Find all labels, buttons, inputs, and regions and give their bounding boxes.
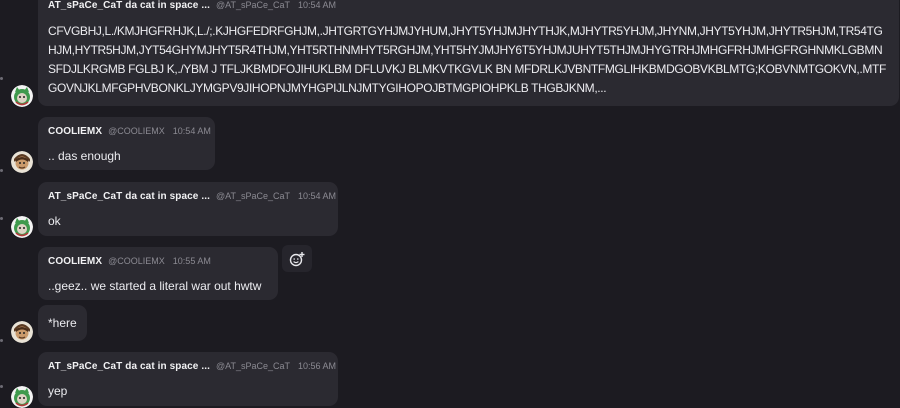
message-timestamp: 10:54 AM [297, 191, 337, 201]
add-reaction-icon [289, 251, 305, 266]
message-header: COOLIEMX @COOLIEMX 10:55 AM [48, 256, 268, 272]
message-header: AT_sPaCe_CaT da cat in space ... @AT_sPa… [48, 191, 336, 207]
message-bubble[interactable]: *here [38, 305, 87, 341]
author-name[interactable]: COOLIEMX [48, 256, 102, 267]
green-cat-avatar-icon [11, 386, 33, 408]
message-text: CFVGBHJ,L./KMJHGFRHJK,L./;.KJHGFEDRFGHJM… [48, 24, 886, 95]
avatar[interactable] [11, 386, 33, 408]
message-bubble[interactable]: AT_sPaCe_CaT da cat in space ... @AT_sPa… [38, 182, 338, 236]
message-timestamp: 10:55 AM [172, 256, 211, 266]
author-handle: @AT_sPaCe_CaT [215, 361, 290, 371]
green-cat-avatar-icon [11, 85, 33, 107]
message-gutter-marker [0, 339, 3, 342]
avatar[interactable] [11, 321, 33, 343]
green-cat-avatar-icon [11, 216, 33, 238]
message-bubble[interactable]: AT_sPaCe_CaT da cat in space ... @AT_sPa… [38, 0, 899, 106]
author-name[interactable]: AT_sPaCe_CaT da cat in space ... [48, 0, 210, 11]
author-handle: @AT_sPaCe_CaT [215, 0, 290, 10]
avatar[interactable] [11, 151, 33, 173]
brown-character-avatar-icon [11, 321, 33, 343]
message-bubble[interactable]: AT_sPaCe_CaT da cat in space ... @AT_sPa… [38, 352, 338, 406]
message-gutter-marker [0, 77, 3, 80]
message-header: COOLIEMX @COOLIEMX 10:54 AM [48, 126, 211, 142]
author-name[interactable]: AT_sPaCe_CaT da cat in space ... [48, 361, 210, 372]
message-header: AT_sPaCe_CaT da cat in space ... @AT_sPa… [48, 361, 336, 377]
message-text: yep [48, 384, 68, 398]
message-timestamp: 10:56 AM [297, 361, 337, 371]
message-text: ok [48, 214, 61, 228]
author-handle: @COOLIEMX [108, 126, 165, 136]
avatar[interactable] [11, 85, 33, 107]
message-timestamp: 10:54 AM [172, 126, 211, 136]
message-gutter-marker [0, 385, 3, 388]
message-timestamp: 10:54 AM [297, 0, 337, 10]
chat-message-list: AT_sPaCe_CaT da cat in space ... @AT_sPa… [0, 0, 900, 408]
message-text: ..geez.. we started a literal war out hw… [48, 279, 262, 293]
message-bubble[interactable]: COOLIEMX @COOLIEMX 10:55 AM ..geez.. we … [38, 247, 278, 300]
message-text: *here [48, 316, 77, 330]
message-gutter-marker [0, 169, 3, 172]
message-text: .. das enough [48, 149, 121, 163]
author-name[interactable]: AT_sPaCe_CaT da cat in space ... [48, 191, 210, 202]
avatar[interactable] [11, 216, 33, 238]
brown-character-avatar-icon [11, 151, 33, 173]
add-reaction-button[interactable] [282, 245, 312, 272]
author-handle: @AT_sPaCe_CaT [215, 191, 290, 201]
message-header: AT_sPaCe_CaT da cat in space ... @AT_sPa… [48, 0, 889, 16]
author-name[interactable]: COOLIEMX [48, 126, 102, 137]
message-gutter-marker [0, 217, 3, 220]
author-handle: @COOLIEMX [108, 256, 165, 266]
message-bubble[interactable]: COOLIEMX @COOLIEMX 10:54 AM .. das enoug… [38, 117, 215, 170]
